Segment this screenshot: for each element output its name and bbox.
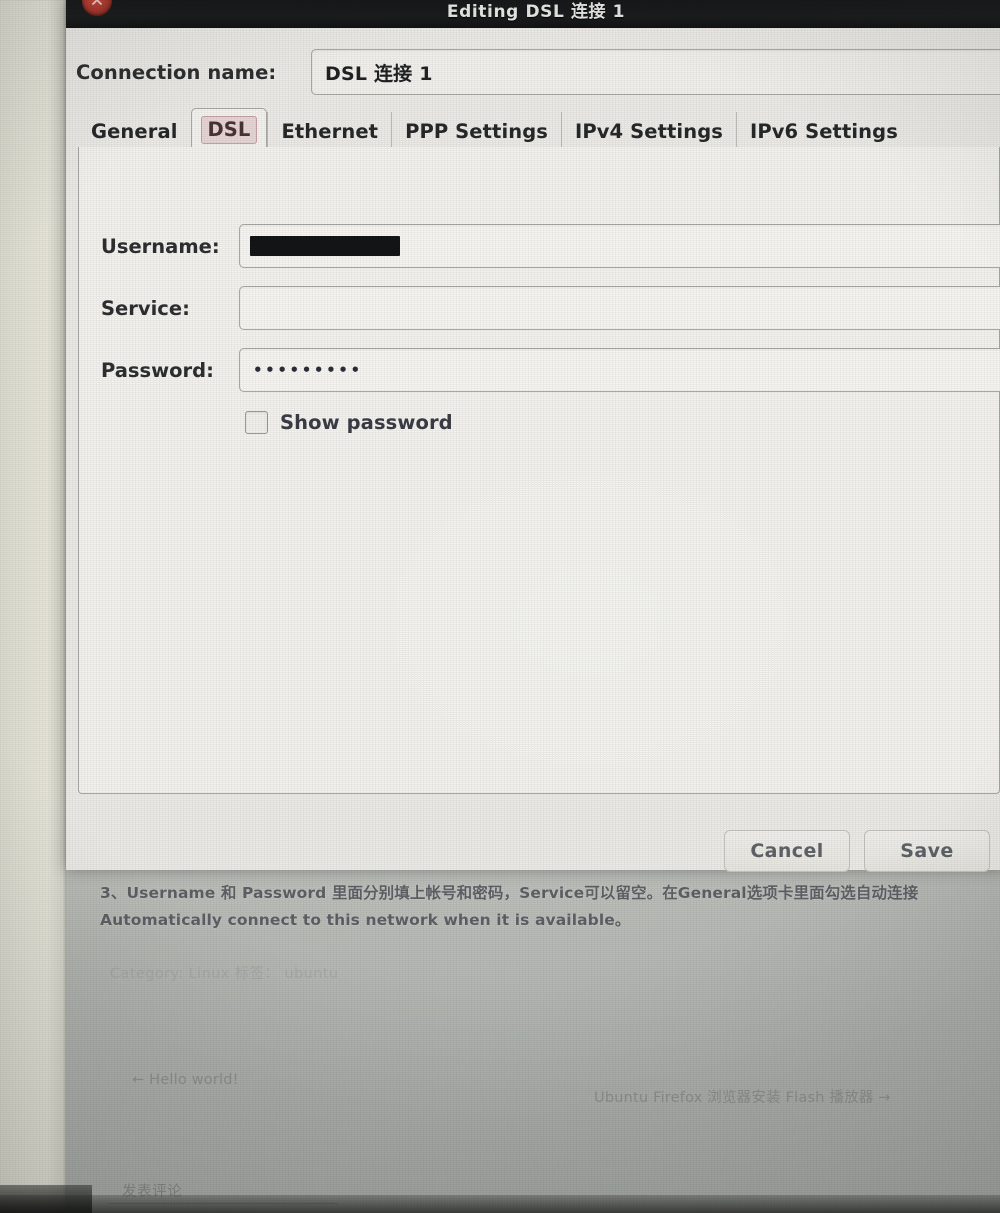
password-label: Password: xyxy=(101,358,214,382)
tab-general[interactable]: General xyxy=(78,112,191,150)
connection-name-row: Connection name: DSL 连接 1 xyxy=(66,46,1000,98)
category-line: Category: Linux 标签： ubuntu xyxy=(110,966,339,982)
tab-ipv4-settings[interactable]: IPv4 Settings xyxy=(561,112,736,150)
tab-ethernet-label: Ethernet xyxy=(281,119,379,143)
show-password-checkbox[interactable] xyxy=(245,410,268,434)
screen-bottom-corner xyxy=(0,1185,92,1213)
save-button[interactable]: Save xyxy=(864,830,990,872)
page-left-margin xyxy=(0,0,66,1213)
tab-dsl-label: DSL xyxy=(200,116,258,144)
tab-ipv6-settings[interactable]: IPv6 Settings xyxy=(735,112,911,150)
cancel-button[interactable]: Cancel xyxy=(724,830,850,872)
dialog-action-bar: Cancel Save xyxy=(66,828,1000,874)
username-label: Username: xyxy=(101,234,220,258)
tab-ipv6-settings-label: IPv6 Settings xyxy=(749,119,898,143)
password-masked-value: ••••••••• xyxy=(253,361,363,379)
screen-bottom-edge xyxy=(0,1195,1000,1213)
connection-name-input[interactable]: DSL 连接 1 xyxy=(311,49,1000,95)
tab-dsl[interactable]: DSL xyxy=(190,108,268,152)
dsl-tab-panel: Username: Service: Password: ••••••••• S… xyxy=(78,147,1000,794)
instruction-paragraph: 3、Username 和 Password 里面分别填上帐号和密码，Servic… xyxy=(100,884,919,929)
service-row: Service: xyxy=(79,285,1000,331)
password-input[interactable]: ••••••••• xyxy=(239,348,1000,392)
dialog-body: Connection name: DSL 连接 1 General DSL Et… xyxy=(66,28,1000,872)
tab-ppp-settings-label: PPP Settings xyxy=(405,119,548,143)
nav-next-post-link[interactable]: Ubuntu Firefox 浏览器安装 Flash 播放器 → xyxy=(594,1086,891,1107)
edit-connection-dialog: Editing DSL 连接 1 Connection name: DSL 连接… xyxy=(66,0,1000,872)
nav-previous-post-link[interactable]: ← Hello world! xyxy=(132,1072,239,1088)
tab-strip: General DSL Ethernet PPP Settings IPv4 S… xyxy=(78,106,998,152)
show-password-row: Show password xyxy=(79,405,999,439)
service-label: Service: xyxy=(101,296,190,320)
window-title: Editing DSL 连接 1 xyxy=(446,2,626,22)
dialog-titlebar: Editing DSL 连接 1 xyxy=(66,0,1000,28)
tab-general-label: General xyxy=(91,119,178,143)
service-input[interactable] xyxy=(239,286,1000,330)
password-row: Password: ••••••••• xyxy=(79,347,1000,393)
tab-ethernet[interactable]: Ethernet xyxy=(267,112,391,150)
tab-ppp-settings[interactable]: PPP Settings xyxy=(391,112,561,150)
username-redaction-bar xyxy=(250,236,400,256)
connection-name-value: DSL 连接 1 xyxy=(325,62,433,85)
tab-ipv4-settings-label: IPv4 Settings xyxy=(575,119,723,143)
username-row: Username: xyxy=(79,223,1000,269)
username-input[interactable] xyxy=(239,224,1000,268)
connection-name-label: Connection name: xyxy=(76,60,277,84)
show-password-label: Show password xyxy=(280,410,453,434)
